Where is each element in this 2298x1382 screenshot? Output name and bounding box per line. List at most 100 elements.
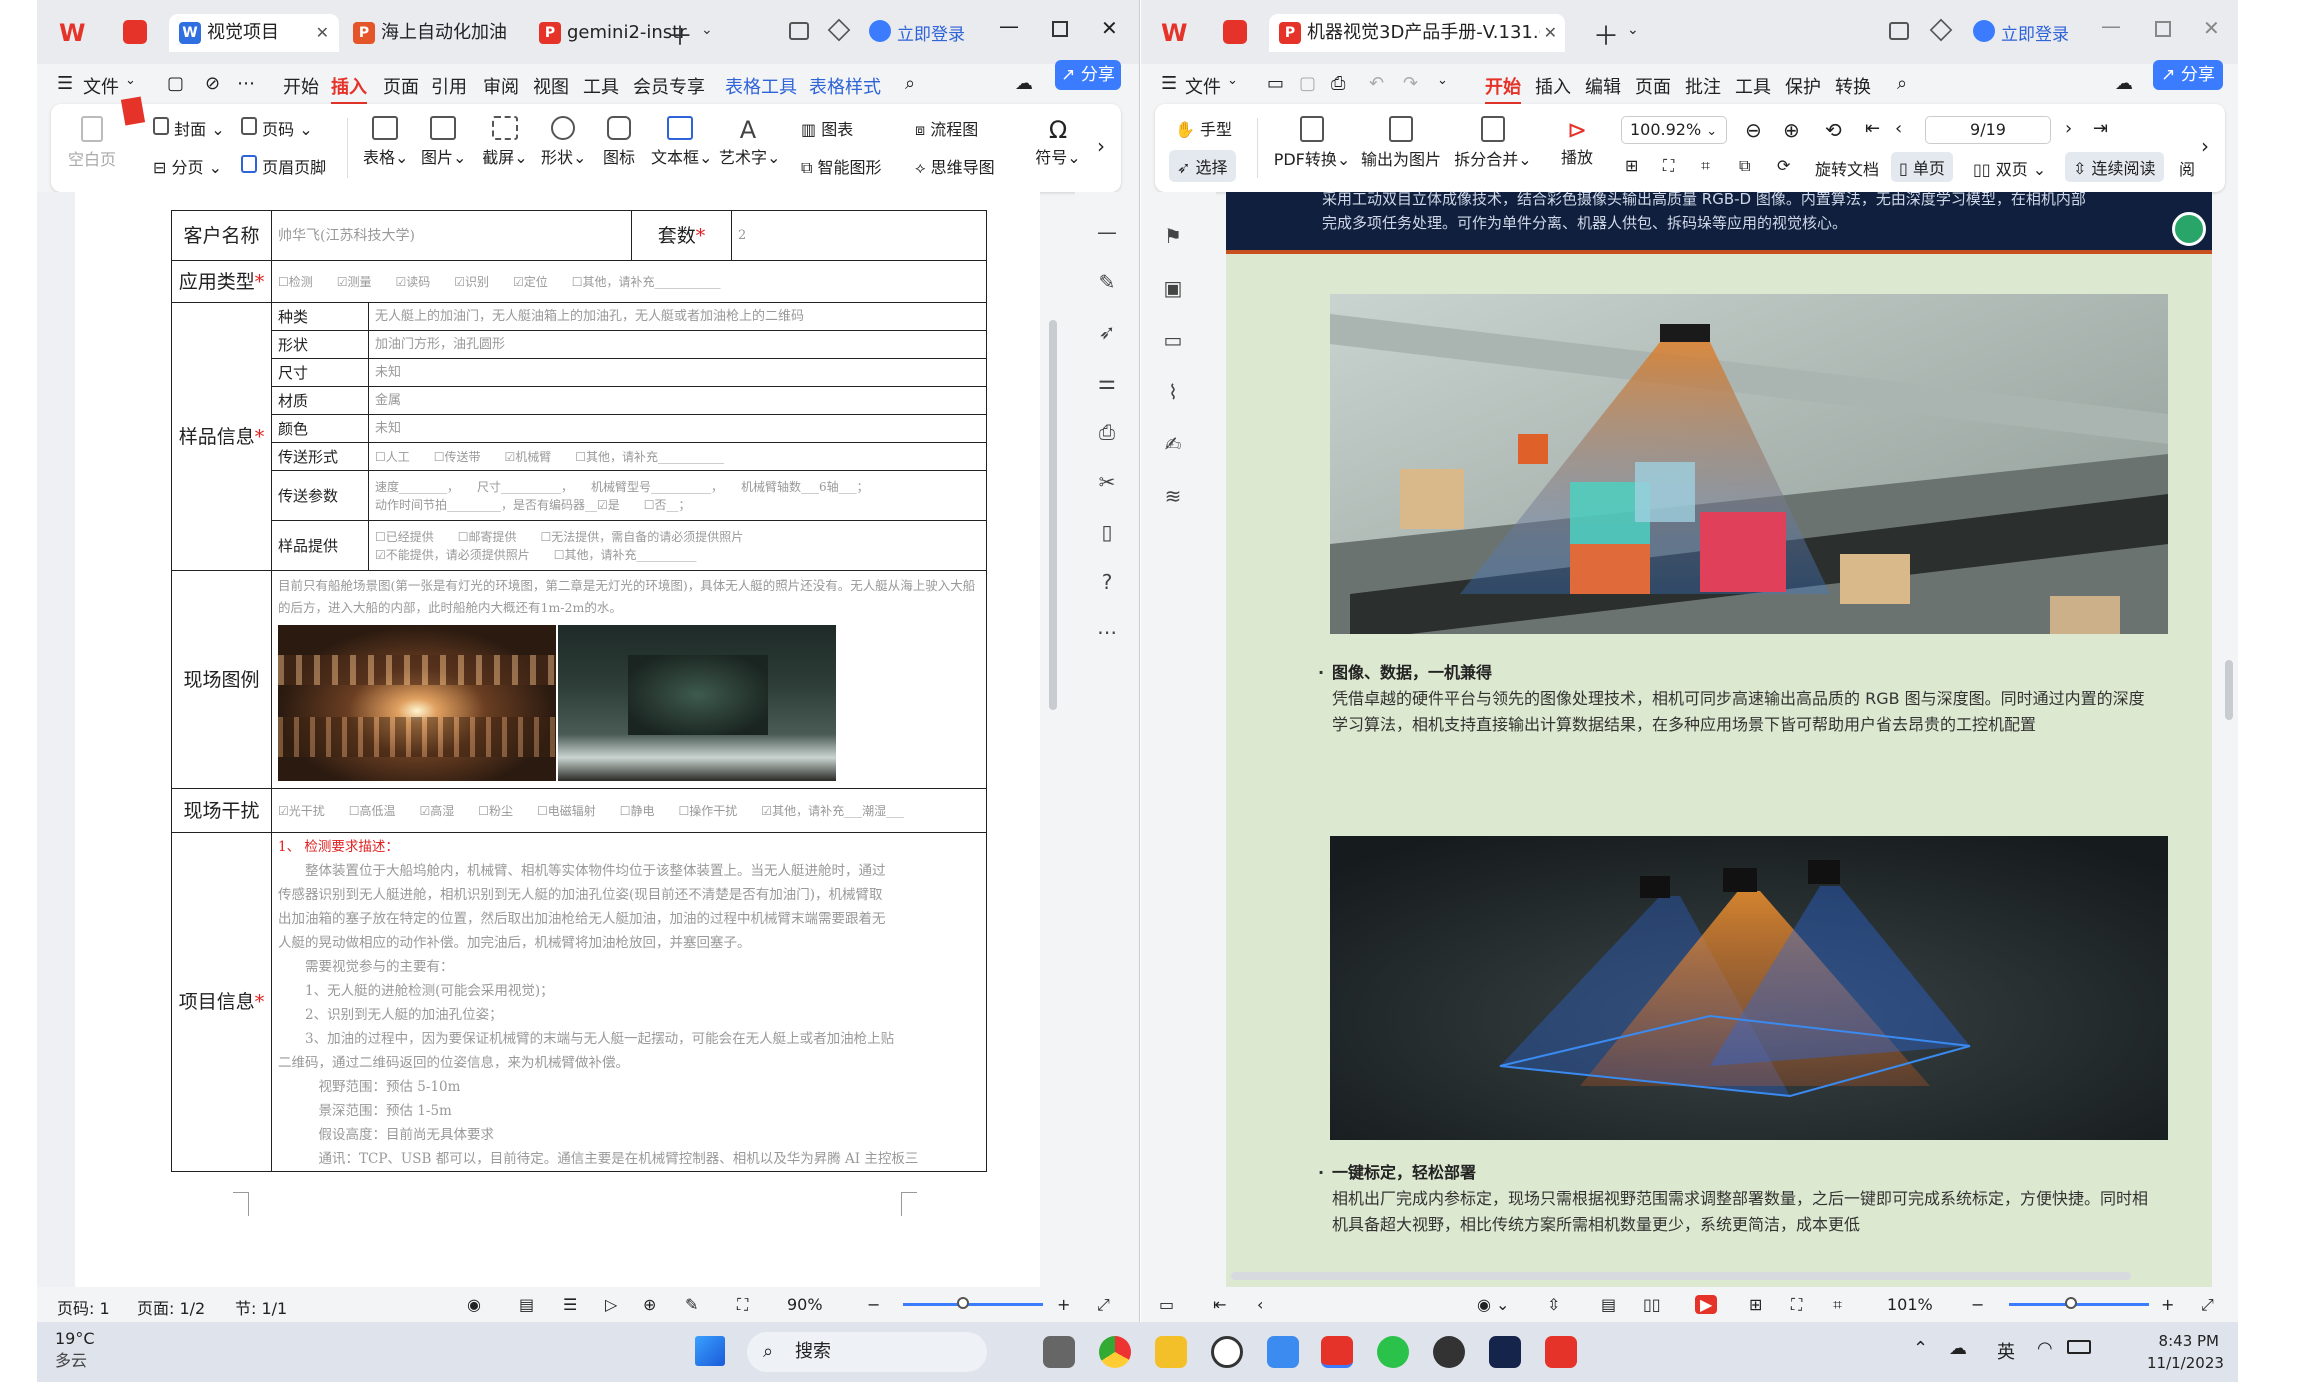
wps-pdf-icon[interactable] <box>1545 1336 1577 1368</box>
prev-page-icon[interactable]: ‹ <box>1895 118 1902 139</box>
flowchart-button[interactable]: ⧈ 流程图 <box>915 116 978 140</box>
symbol-button[interactable]: Ω 符号⌄ <box>1035 116 1081 168</box>
play-icon[interactable]: ▷ <box>605 1295 617 1314</box>
menu-edit[interactable]: 编辑 <box>1585 73 1621 99</box>
cube-icon[interactable] <box>1929 18 1953 42</box>
first-page-icon[interactable]: ⇤ <box>1213 1295 1226 1314</box>
comment-icon[interactable]: ▭ <box>1161 328 1185 352</box>
fit-icon[interactable]: ⛶ <box>737 1295 748 1315</box>
pen-icon[interactable]: ✎ <box>1095 270 1119 294</box>
undo-icon[interactable]: ↶ <box>1369 73 1384 94</box>
crop-icon[interactable]: ⌗ <box>1833 1295 1842 1315</box>
openai-icon[interactable] <box>1211 1336 1243 1368</box>
pdf-app-icon[interactable] <box>1223 20 1247 44</box>
fullscreen-icon[interactable]: ⤢ <box>1097 1295 1110 1315</box>
continuous-button[interactable]: ⇳ 连续阅读 <box>2065 152 2164 182</box>
hamburger-icon[interactable]: ☰ <box>57 73 73 94</box>
folder-icon[interactable]: ▭ <box>1267 73 1284 94</box>
close-window-button[interactable]: ✕ <box>2203 16 2220 40</box>
menu-tools[interactable]: 工具 <box>1735 73 1771 99</box>
wordart-button[interactable]: A 艺术字⌄ <box>719 116 780 168</box>
sets-value[interactable]: 2 <box>731 210 987 261</box>
customer-value[interactable]: 帅华飞(江苏科技大学) <box>271 210 632 261</box>
sidebar-toggle-icon[interactable]: ▭ <box>1159 1295 1174 1314</box>
cube-icon[interactable] <box>827 18 851 42</box>
mindmap-button[interactable]: ⟡ 思维导图 <box>915 154 995 178</box>
cloud-icon[interactable]: ☁ <box>2115 73 2133 94</box>
ribbon-scroll-right-icon[interactable]: › <box>1097 134 1105 158</box>
menu-insert[interactable]: 插入 <box>331 73 367 105</box>
rotate-icon[interactable]: ⟳ <box>1777 156 1790 175</box>
zoom-out-icon[interactable]: − <box>867 1295 880 1314</box>
menu-convert[interactable]: 转换 <box>1835 73 1871 99</box>
menu-insert[interactable]: 插入 <box>1535 73 1571 99</box>
sample-shape-value[interactable]: 加油门方形，油孔圆形 <box>368 330 987 359</box>
menu-table-style[interactable]: 表格样式 <box>809 73 881 99</box>
fit-page-icon[interactable]: ⛶ <box>1791 1295 1802 1315</box>
hamburger-icon[interactable]: ☰ <box>1161 73 1177 94</box>
game-icon[interactable] <box>1433 1336 1465 1368</box>
hangar-dark-photo[interactable] <box>558 625 836 781</box>
single-page-button[interactable]: ▯ 单页 <box>1891 152 1953 182</box>
crop-icon[interactable]: ⌗ <box>1701 156 1710 176</box>
menu-home[interactable]: 开始 <box>283 73 319 99</box>
menu-member[interactable]: 会员专享 <box>633 73 705 99</box>
task-view-icon[interactable] <box>1043 1336 1075 1368</box>
transfer-mode-value[interactable]: ☐人工 ☐传送带 ☑机械臂 ☐其他，请补充___________ <box>368 442 987 471</box>
close-tab-icon[interactable]: ✕ <box>1539 14 1557 52</box>
fit-width-icon[interactable]: ⊞ <box>1749 1295 1762 1314</box>
sample-kind-value[interactable]: 无人艇上的加油门，无人艇油箱上的加油孔，无人艇或者加油枪上的二维码 <box>368 302 987 331</box>
attachment-icon[interactable]: ⌇ <box>1161 380 1185 404</box>
menu-protect[interactable]: 保护 <box>1785 73 1821 99</box>
hand-tool-button[interactable]: ✋ 手型 <box>1175 116 1232 140</box>
copy-icon[interactable]: ⧉ <box>1739 156 1750 176</box>
screenshot-button[interactable]: 截屏⌄ <box>481 116 529 168</box>
pdf-app-icon[interactable] <box>123 20 147 44</box>
fit-page-icon[interactable]: ⛶ <box>1663 156 1674 176</box>
zoom-slider[interactable] <box>903 1303 1043 1306</box>
fullscreen-icon[interactable]: ⤢ <box>2201 1295 2214 1315</box>
interference-options[interactable]: ☑光干扰 ☐高低温 ☑高湿 ☐粉尘 ☐电磁辐射 ☐静电 ☐操作干扰 ☑其他，请补… <box>271 788 987 833</box>
sample-color-value[interactable]: 未知 <box>368 414 987 443</box>
page-view-icon[interactable]: ▤ <box>1601 1295 1616 1314</box>
clock[interactable]: 8:43 PM 11/1/2023 <box>2147 1330 2224 1374</box>
zoom-in-icon[interactable]: + <box>1057 1295 1070 1314</box>
terminal-icon[interactable] <box>1489 1336 1521 1368</box>
page-number-button[interactable]: 页码 ⌄ <box>241 116 313 140</box>
user-avatar-icon[interactable] <box>869 20 891 42</box>
page-break-button[interactable]: ⊟ 分页 ⌄ <box>153 154 222 178</box>
select-tool-button[interactable]: ➶ 选择 <box>1169 150 1236 182</box>
zoom-slider-thumb[interactable] <box>2065 1297 2077 1309</box>
prev-page-icon[interactable]: ‹ <box>1257 1295 1263 1314</box>
last-page-icon[interactable]: ⇥ <box>2093 118 2108 139</box>
ai-icon[interactable]: ⎙ <box>1095 420 1119 444</box>
double-view-icon[interactable]: ▯▯ <box>1643 1295 1661 1314</box>
globe-icon[interactable]: ⊕ <box>643 1295 656 1314</box>
app-type-options[interactable]: ☐检测 ☑测量 ☑读码 ☑识别 ☑定位 ☐其他，请补充___________ <box>271 260 987 303</box>
tile-window-icon[interactable] <box>789 22 809 40</box>
cursor-icon[interactable]: ➶ <box>1095 320 1119 344</box>
more-icon[interactable]: ⋯ <box>237 73 255 94</box>
save-icon[interactable]: ▢ <box>167 73 184 94</box>
vertical-scrollbar[interactable] <box>2225 660 2233 720</box>
sample-material-value[interactable]: 金属 <box>368 386 987 415</box>
eye-icon[interactable]: ◉ ⌄ <box>1477 1295 1509 1314</box>
icon-button[interactable]: 图标 <box>599 116 639 168</box>
menu-reference[interactable]: 引用 <box>431 73 467 99</box>
chart-button[interactable]: ▥ 图表 <box>801 116 853 140</box>
rotate-doc-icon[interactable]: ⟲ <box>1825 118 1842 142</box>
menu-file[interactable]: 文件 <box>83 73 119 99</box>
zoom-in-icon[interactable]: ⊕ <box>1783 118 1800 142</box>
cloud-icon[interactable]: ☁ <box>1015 73 1033 94</box>
battery-icon[interactable] <box>2067 1340 2091 1354</box>
menu-page[interactable]: 页面 <box>1635 73 1671 99</box>
transfer-params-value[interactable]: 速度________， 尺寸__________， 机械臂型号_________… <box>368 470 987 521</box>
horizontal-scrollbar[interactable] <box>1231 1272 2131 1280</box>
zoom-out-icon[interactable]: − <box>1971 1295 1984 1314</box>
chevron-down-icon[interactable]: ⌄ <box>701 22 713 38</box>
table-tool-icon[interactable] <box>2172 212 2206 246</box>
menu-view[interactable]: 视图 <box>533 73 569 99</box>
rotate-doc-button[interactable]: 旋转文档 <box>1815 156 1879 180</box>
zoom-select[interactable]: 100.92% ⌄ <box>1621 116 1727 144</box>
cover-button[interactable]: 封面 ⌄ <box>153 116 225 140</box>
